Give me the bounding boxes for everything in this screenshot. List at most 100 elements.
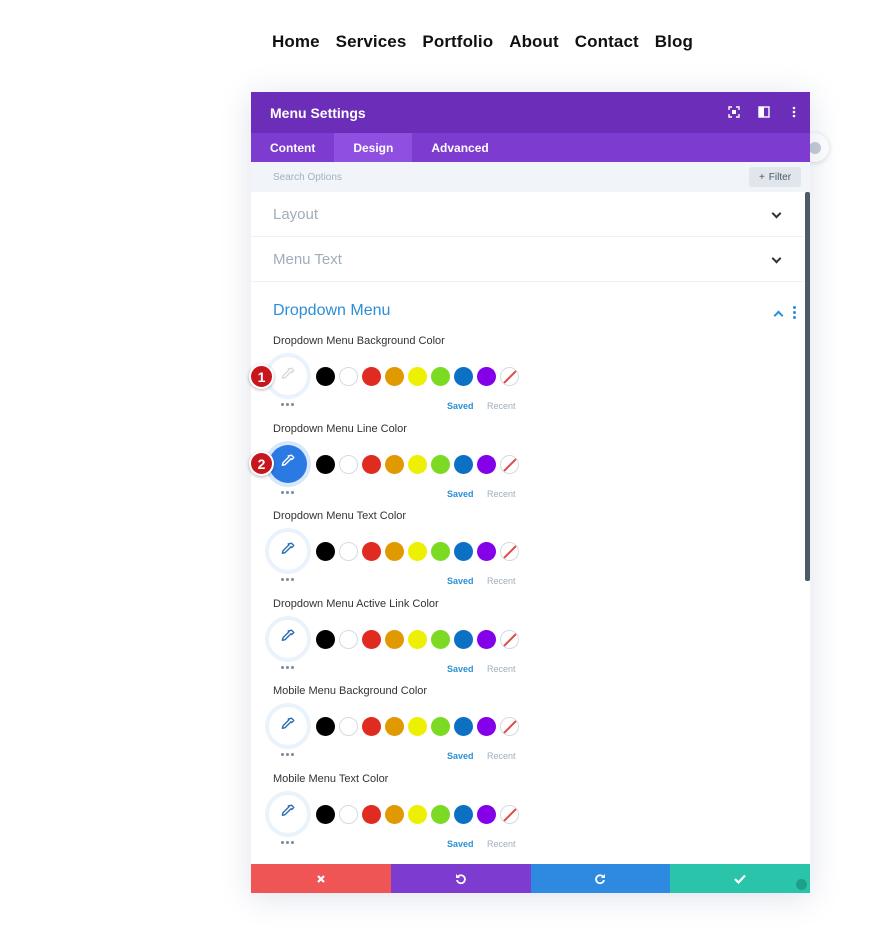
color-swatch[interactable] <box>316 542 335 561</box>
color-picker-button[interactable] <box>269 532 307 570</box>
color-swatch[interactable] <box>454 629 473 649</box>
more-options-icon[interactable] <box>281 578 294 581</box>
search-input[interactable]: Search Options <box>273 172 342 183</box>
color-swatch[interactable] <box>385 367 404 386</box>
no-color-swatch[interactable] <box>500 629 519 649</box>
color-swatch[interactable] <box>431 542 450 561</box>
color-picker-button[interactable] <box>269 444 307 483</box>
color-swatch[interactable] <box>339 367 358 386</box>
undo-button[interactable] <box>390 864 531 893</box>
color-swatch[interactable] <box>385 804 404 824</box>
saved-tab[interactable]: Saved <box>447 489 474 499</box>
color-picker-button[interactable] <box>269 707 307 745</box>
section-dropdown-title[interactable]: Dropdown Menu <box>273 302 390 320</box>
color-swatch[interactable] <box>339 717 358 736</box>
more-options-icon[interactable] <box>281 403 294 406</box>
color-swatch[interactable] <box>385 454 404 474</box>
save-button[interactable] <box>670 864 810 893</box>
color-swatch[interactable] <box>431 717 450 736</box>
color-swatch[interactable] <box>316 804 335 824</box>
color-swatch[interactable] <box>408 367 427 386</box>
color-swatch[interactable] <box>431 804 450 824</box>
recent-tab[interactable]: Recent <box>487 839 516 849</box>
color-swatch[interactable] <box>339 804 358 824</box>
search-options-bar[interactable]: Search Options + Filter <box>251 162 810 192</box>
nav-contact[interactable]: Contact <box>575 32 639 52</box>
recent-tab[interactable]: Recent <box>487 401 516 411</box>
saved-tab[interactable]: Saved <box>447 576 474 586</box>
color-swatch[interactable] <box>385 542 404 561</box>
kebab-menu-icon[interactable] <box>787 105 800 118</box>
color-swatch[interactable] <box>454 717 473 736</box>
more-options-icon[interactable] <box>281 840 294 844</box>
color-swatch[interactable] <box>477 367 496 386</box>
color-swatch[interactable] <box>454 804 473 824</box>
color-picker-button[interactable] <box>269 619 307 658</box>
color-swatch[interactable] <box>431 629 450 649</box>
color-swatch[interactable] <box>454 367 473 386</box>
more-options-icon[interactable] <box>281 753 294 756</box>
color-swatch[interactable] <box>431 367 450 386</box>
more-options-icon[interactable] <box>281 490 294 494</box>
color-swatch[interactable] <box>408 717 427 736</box>
color-swatch[interactable] <box>385 717 404 736</box>
color-swatch[interactable] <box>477 717 496 736</box>
color-picker-button[interactable] <box>269 357 307 395</box>
recent-tab[interactable]: Recent <box>487 489 516 499</box>
tab-advanced[interactable]: Advanced <box>412 133 507 162</box>
color-swatch[interactable] <box>431 454 450 474</box>
color-swatch[interactable] <box>316 454 335 474</box>
modal-header[interactable]: Menu Settings <box>251 92 810 133</box>
nav-services[interactable]: Services <box>336 32 407 52</box>
color-swatch[interactable] <box>316 717 335 736</box>
color-swatch[interactable] <box>362 804 381 824</box>
recent-tab[interactable]: Recent <box>487 751 516 761</box>
no-color-swatch[interactable] <box>500 717 519 736</box>
no-color-swatch[interactable] <box>500 542 519 561</box>
color-swatch[interactable] <box>408 454 427 474</box>
color-swatch[interactable] <box>339 542 358 561</box>
section-kebab-icon[interactable] <box>793 306 796 319</box>
color-swatch[interactable] <box>477 542 496 561</box>
color-picker-button[interactable] <box>269 794 307 833</box>
recent-tab[interactable]: Recent <box>487 664 516 674</box>
color-swatch[interactable] <box>385 629 404 649</box>
scrollbar[interactable] <box>805 192 810 581</box>
saved-tab[interactable]: Saved <box>447 664 474 674</box>
nav-home[interactable]: Home <box>272 32 320 52</box>
saved-tab[interactable]: Saved <box>447 751 474 761</box>
color-swatch[interactable] <box>316 629 335 649</box>
color-swatch[interactable] <box>362 717 381 736</box>
no-color-swatch[interactable] <box>500 367 519 386</box>
section-layout[interactable]: Layout <box>251 192 804 237</box>
color-swatch[interactable] <box>339 454 358 474</box>
color-swatch[interactable] <box>408 542 427 561</box>
more-options-icon[interactable] <box>281 665 294 669</box>
resize-handle[interactable] <box>796 879 807 890</box>
section-menu-text[interactable]: Menu Text <box>251 237 804 282</box>
tab-design[interactable]: Design <box>334 133 413 162</box>
nav-blog[interactable]: Blog <box>655 32 693 52</box>
color-swatch[interactable] <box>408 629 427 649</box>
saved-tab[interactable]: Saved <box>447 839 474 849</box>
color-swatch[interactable] <box>477 804 496 824</box>
color-swatch[interactable] <box>362 629 381 649</box>
color-swatch[interactable] <box>477 454 496 474</box>
color-swatch[interactable] <box>454 542 473 561</box>
color-swatch[interactable] <box>362 367 381 386</box>
color-swatch[interactable] <box>477 629 496 649</box>
color-swatch[interactable] <box>408 804 427 824</box>
color-swatch[interactable] <box>316 367 335 386</box>
sidebar-layout-icon[interactable] <box>757 105 770 118</box>
recent-tab[interactable]: Recent <box>487 576 516 586</box>
cancel-button[interactable] <box>251 864 391 893</box>
filter-button[interactable]: + Filter <box>749 167 801 187</box>
chevron-up-icon[interactable] <box>773 310 784 321</box>
saved-tab[interactable]: Saved <box>447 401 474 411</box>
redo-button[interactable] <box>530 864 671 893</box>
color-swatch[interactable] <box>362 542 381 561</box>
color-swatch[interactable] <box>339 629 358 649</box>
nav-portfolio[interactable]: Portfolio <box>422 32 493 52</box>
color-swatch[interactable] <box>362 454 381 474</box>
focus-icon[interactable] <box>727 105 740 118</box>
